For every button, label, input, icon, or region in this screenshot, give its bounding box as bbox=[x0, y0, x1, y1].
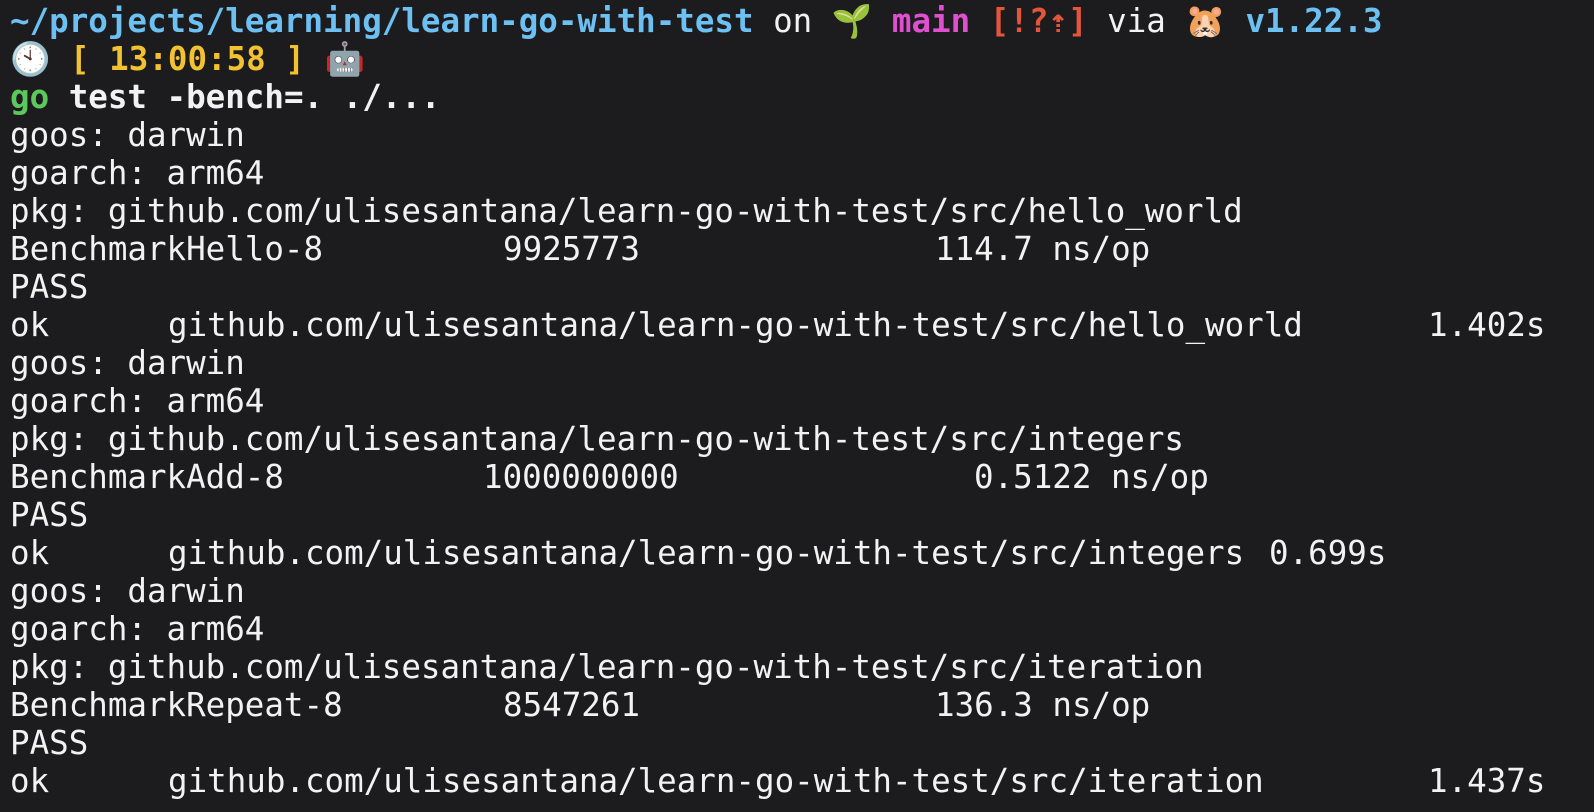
benchmark-ns-op: 0.5122 ns/op bbox=[974, 458, 1209, 496]
robot-icon: 🤖 bbox=[324, 40, 365, 78]
prompt-line: ~/projects/learning/learn-go-with-test o… bbox=[10, 2, 1594, 40]
ok-package: github.com/ulisesantana/learn-go-with-te… bbox=[168, 762, 1264, 800]
output-goarch: goarch: arm64 bbox=[10, 382, 265, 420]
ok-label: ok bbox=[10, 534, 50, 572]
output-pkg: pkg: github.com/ulisesantana/learn-go-wi… bbox=[10, 648, 1204, 686]
output-goarch: goarch: arm64 bbox=[10, 610, 265, 648]
benchmark-result-row: BenchmarkRepeat-8 8547261 136.3 ns/op bbox=[10, 686, 1594, 724]
benchmark-result-row: BenchmarkAdd-8 1000000000 0.5122 ns/op bbox=[10, 458, 1594, 496]
prompt-time-line: 🕙 [ 13:00:58 ] 🤖 bbox=[10, 40, 1594, 78]
output-pkg: pkg: github.com/ulisesantana/learn-go-wi… bbox=[10, 420, 1184, 458]
git-branch: main bbox=[891, 2, 971, 40]
ok-duration: 1.437s bbox=[1428, 762, 1546, 800]
output-goos: goos: darwin bbox=[10, 116, 245, 154]
output-pass: PASS bbox=[10, 268, 89, 306]
command-program: go bbox=[10, 78, 50, 116]
benchmark-iterations: 9925773 bbox=[503, 230, 640, 268]
git-status: [!?⇡] bbox=[989, 2, 1088, 40]
prompt-on-word: on bbox=[753, 2, 832, 40]
ok-label: ok bbox=[10, 306, 50, 344]
seedling-icon: 🌱 bbox=[831, 2, 873, 40]
ok-duration: 0.699s bbox=[1269, 534, 1387, 572]
benchmark-name: BenchmarkAdd-8 bbox=[10, 458, 284, 496]
output-goarch: goarch: arm64 bbox=[10, 154, 265, 192]
benchmark-iterations: 8547261 bbox=[503, 686, 640, 724]
benchmark-name: BenchmarkHello-8 bbox=[10, 230, 324, 268]
benchmark-ns-op: 136.3 ns/op bbox=[935, 686, 1151, 724]
terminal-window[interactable]: ~/projects/learning/learn-go-with-test o… bbox=[0, 0, 1594, 812]
prompt-path: ~/projects/learning/learn-go-with-test bbox=[10, 2, 754, 40]
clock-icon: 🕙 bbox=[10, 40, 51, 78]
output-ok-row: ok github.com/ulisesantana/learn-go-with-… bbox=[10, 306, 1594, 344]
ok-package: github.com/ulisesantana/learn-go-with-te… bbox=[168, 534, 1245, 572]
benchmark-name: BenchmarkRepeat-8 bbox=[10, 686, 343, 724]
hamster-icon: 🐹 bbox=[1185, 2, 1226, 40]
ok-package: github.com/ulisesantana/learn-go-with-te… bbox=[168, 306, 1303, 344]
command-line[interactable]: go test -bench=. ./... bbox=[10, 78, 1594, 116]
benchmark-iterations: 1000000000 bbox=[483, 458, 679, 496]
prompt-time: [ 13:00:58 ] bbox=[70, 40, 305, 78]
output-pass: PASS bbox=[10, 724, 89, 762]
go-version: v1.22.3 bbox=[1245, 2, 1383, 40]
output-goos: goos: darwin bbox=[10, 344, 245, 382]
output-ok-row: ok github.com/ulisesantana/learn-go-with-… bbox=[10, 534, 1594, 572]
output-pass: PASS bbox=[10, 496, 89, 534]
output-pkg: pkg: github.com/ulisesantana/learn-go-wi… bbox=[10, 192, 1243, 230]
benchmark-ns-op: 114.7 ns/op bbox=[935, 230, 1151, 268]
command-args: test -bench=. ./... bbox=[49, 78, 441, 116]
prompt-via-word: via bbox=[1087, 2, 1186, 40]
benchmark-result-row: BenchmarkHello-8 9925773 114.7 ns/op bbox=[10, 230, 1594, 268]
ok-duration: 1.402s bbox=[1428, 306, 1546, 344]
ok-label: ok bbox=[10, 762, 50, 800]
output-goos: goos: darwin bbox=[10, 572, 245, 610]
output-ok-row: ok github.com/ulisesantana/learn-go-with-… bbox=[10, 762, 1594, 800]
